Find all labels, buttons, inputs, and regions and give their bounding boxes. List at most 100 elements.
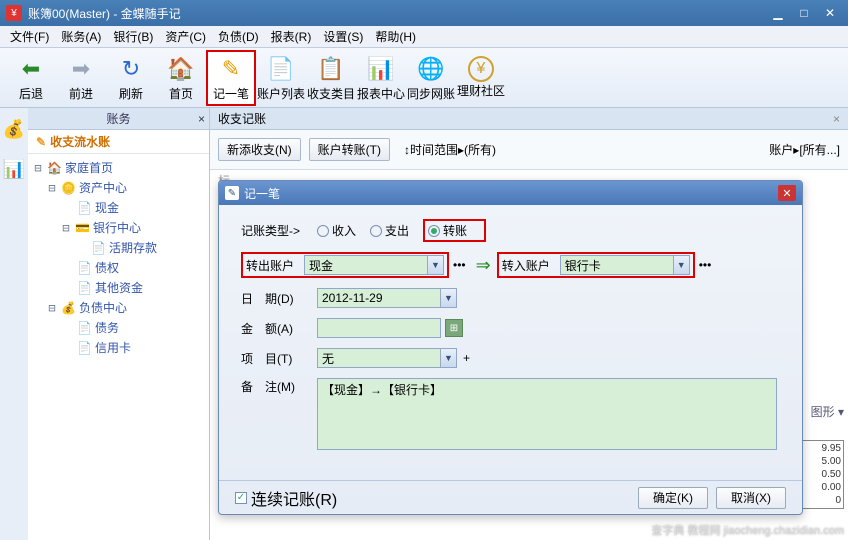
tab-header: 收支记账 × [210, 108, 848, 130]
from-account-highlight: 转出账户 现金▼ [241, 252, 449, 278]
date-combo[interactable]: 2012-11-29▼ [317, 288, 457, 308]
continuous-label: 连续记账(R) [251, 486, 337, 510]
project-add-button[interactable]: + [463, 351, 470, 365]
menu-reports[interactable]: 报表(R) [265, 26, 318, 47]
tb-community[interactable]: ¥理财社区 [456, 50, 506, 106]
date-label: 日 期(D) [241, 290, 317, 307]
pencil-icon: ✎ [215, 53, 247, 85]
to-account-value: 银行卡 [565, 257, 673, 274]
tb-account-list-label: 账户列表 [257, 85, 305, 102]
maximize-button[interactable]: □ [792, 5, 816, 21]
tb-refresh[interactable]: ↻刷新 [106, 50, 156, 106]
continuous-checkbox[interactable]: ✓连续记账(R) [235, 486, 337, 510]
chart-dropdown[interactable]: 图形 ▾ [811, 403, 844, 420]
from-account-combo[interactable]: 现金▼ [304, 255, 444, 275]
to-account-highlight: 转入账户 银行卡▼ [497, 252, 695, 278]
amount-input[interactable] [317, 318, 441, 338]
project-value: 无 [322, 350, 440, 367]
toolbar: ⬅后退 ➡前进 ↻刷新 🏠首页 ✎记一笔 📄账户列表 📋收支类目 📊报表中心 🌐… [0, 48, 848, 108]
menu-account[interactable]: 账务(A) [55, 26, 107, 47]
radio-transfer-highlight: 转账 [423, 219, 486, 242]
tree-cash[interactable]: 📄现金 [32, 198, 205, 218]
radio-transfer[interactable]: 转账 [428, 222, 467, 239]
memo-row: 备 注(M) [241, 378, 780, 450]
window-title: 账簿00(Master) - 金蝶随手记 [28, 5, 181, 22]
ok-button[interactable]: 确定(K) [638, 487, 708, 509]
title-bar: ¥ 账簿00(Master) - 金蝶随手记 ▁ □ ✕ [0, 0, 848, 26]
memo-label: 备 注(M) [241, 378, 317, 395]
minimize-button[interactable]: ▁ [766, 5, 790, 21]
side-numbers: 9.95 5.00 0.50 0.00 0 [798, 440, 844, 509]
tree-liab-label: 负债中心 [79, 298, 127, 318]
tree-bond[interactable]: 📄债权 [32, 258, 205, 278]
memo-input[interactable] [317, 378, 777, 450]
tb-home[interactable]: 🏠首页 [156, 50, 206, 106]
close-button[interactable]: ✕ [818, 5, 842, 21]
new-income-button[interactable]: 新添收支(N) [218, 138, 301, 161]
tb-forward[interactable]: ➡前进 [56, 50, 106, 106]
tab-close-icon[interactable]: × [833, 112, 840, 126]
home-icon: 🏠 [165, 53, 197, 85]
to-account-combo[interactable]: 银行卡▼ [560, 255, 690, 275]
tb-back-label: 后退 [19, 85, 43, 102]
project-combo[interactable]: 无▼ [317, 348, 457, 368]
sidetab-money-icon[interactable]: 💰 [3, 114, 25, 144]
radio-income[interactable]: 收入 [317, 222, 356, 239]
amount-row: 金 额(A) ⊞ [241, 318, 780, 338]
menu-bank[interactable]: 银行(B) [107, 26, 159, 47]
radio-expense[interactable]: 支出 [370, 222, 409, 239]
tree-assets[interactable]: ⊟🪙资产中心 [32, 178, 205, 198]
dialog-icon: ✎ [225, 186, 239, 200]
menu-assets[interactable]: 资产(C) [159, 26, 212, 47]
dialog-title: 记一笔 [244, 185, 280, 202]
app-icon: ¥ [6, 5, 22, 21]
tree-credit-label: 信用卡 [95, 338, 131, 358]
range-filter[interactable]: ↕ 时间范围▸(所有) [404, 141, 496, 158]
tb-account-list[interactable]: 📄账户列表 [256, 50, 306, 106]
filter-row: 新添收支(N) 账户转账(T) ↕ 时间范围▸(所有) 账户▸[所有...] [210, 130, 848, 169]
to-more-button[interactable]: ••• [699, 258, 712, 272]
doc-icon-6: 📄 [77, 338, 92, 358]
calculator-button[interactable]: ⊞ [445, 319, 463, 337]
doc-icon-5: 📄 [77, 318, 92, 338]
document-icon: 📄 [265, 53, 297, 85]
home-small-icon: 🏠 [47, 158, 62, 178]
tb-new-entry[interactable]: ✎记一笔 [206, 50, 256, 106]
tree-debt[interactable]: 📄债务 [32, 318, 205, 338]
tree-liab[interactable]: ⊟💰负债中心 [32, 298, 205, 318]
chart-icon: 📊 [365, 53, 397, 85]
amount-label: 金 额(A) [241, 320, 317, 337]
tree-bank[interactable]: ⊟💳银行中心 [32, 218, 205, 238]
acct-filter[interactable]: 账户▸[所有...] [769, 141, 840, 158]
from-more-button[interactable]: ••• [453, 258, 466, 272]
dialog-title-bar: ✎ 记一笔 ✕ [219, 181, 802, 205]
back-icon: ⬅ [15, 53, 47, 85]
tree-other[interactable]: 📄其他资金 [32, 278, 205, 298]
nav-tree: ⊟🏠家庭首页 ⊟🪙资产中心 📄现金 ⊟💳银行中心 📄活期存款 📄债权 📄其他资金… [28, 154, 209, 362]
menu-help[interactable]: 帮助(H) [369, 26, 422, 47]
menu-liabilities[interactable]: 负债(D) [212, 26, 265, 47]
card-icon: 💳 [75, 218, 90, 238]
tree-demand[interactable]: 📄活期存款 [32, 238, 205, 258]
tb-back[interactable]: ⬅后退 [6, 50, 56, 106]
tb-categories[interactable]: 📋收支类目 [306, 50, 356, 106]
globe-icon: 🌐 [415, 53, 447, 85]
yuan-icon: ¥ [468, 56, 494, 82]
sidetab-chart-icon[interactable]: 📊 [3, 154, 25, 184]
dialog-close-button[interactable]: ✕ [778, 185, 796, 201]
chevron-down-icon: ▼ [427, 256, 443, 274]
chevron-down-icon-4: ▼ [440, 349, 456, 367]
tree-home[interactable]: ⊟🏠家庭首页 [32, 158, 205, 178]
menu-file[interactable]: 文件(F) [4, 26, 55, 47]
tb-community-label: 理财社区 [457, 82, 505, 99]
tb-reports[interactable]: 📊报表中心 [356, 50, 406, 106]
menu-settings[interactable]: 设置(S) [317, 26, 369, 47]
side-close-icon[interactable]: × [198, 112, 205, 126]
tb-sync[interactable]: 🌐同步网账 [406, 50, 456, 106]
doc-icon-4: 📄 [77, 278, 92, 298]
tree-credit[interactable]: 📄信用卡 [32, 338, 205, 358]
arrow-right-icon: ⇒ [476, 255, 491, 276]
cancel-button[interactable]: 取消(X) [716, 487, 786, 509]
acct-transfer-button[interactable]: 账户转账(T) [309, 138, 390, 161]
acct-filter-value: [所有...] [799, 141, 840, 158]
